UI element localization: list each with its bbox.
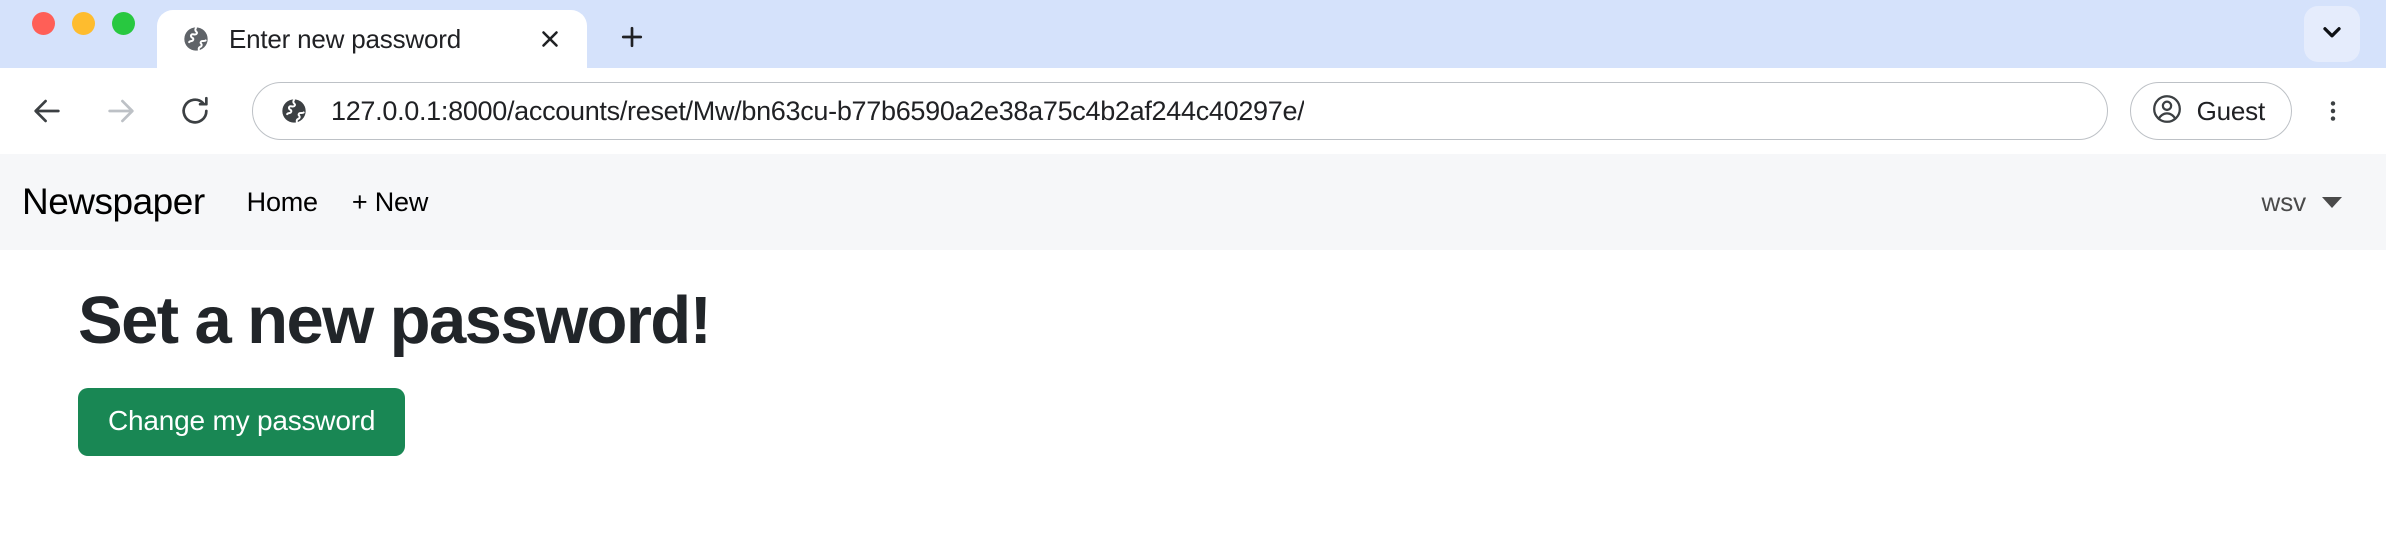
browser-toolbar: 127.0.0.1:8000/accounts/reset/Mw/bn63cu-… [0, 68, 2386, 154]
change-password-button[interactable]: Change my password [78, 387, 406, 456]
address-bar[interactable]: 127.0.0.1:8000/accounts/reset/Mw/bn63cu-… [252, 82, 2108, 140]
navbar-user-dropdown[interactable]: wsv [2262, 187, 2356, 218]
tab-search-button[interactable] [2304, 6, 2360, 62]
browser-tab-title: Enter new password [229, 23, 461, 54]
back-button[interactable] [16, 80, 78, 142]
page-viewport: Newspaper Home + New wsv Set a new passw… [0, 154, 2386, 456]
navbar-username: wsv [2261, 186, 2307, 217]
site-navbar: Newspaper Home + New wsv [0, 154, 2386, 250]
avatar-icon [2151, 93, 2183, 130]
forward-button [90, 80, 152, 142]
chevron-down-icon [2322, 196, 2342, 208]
nav-link-home[interactable]: Home [247, 187, 318, 218]
main-content: Set a new password! Change my password [0, 250, 2386, 456]
chevron-down-icon [2319, 19, 2345, 50]
page-title: Set a new password! [78, 283, 712, 358]
profile-label: Guest [2196, 95, 2266, 126]
browser-tab-active[interactable]: Enter new password [157, 10, 587, 68]
globe-icon [181, 24, 211, 54]
new-tab-button[interactable] [605, 10, 659, 64]
globe-icon [279, 96, 309, 126]
minimize-window-button[interactable] [72, 11, 95, 35]
reload-button[interactable] [164, 80, 226, 142]
profile-button[interactable]: Guest [2129, 82, 2292, 140]
close-window-button[interactable] [32, 11, 55, 35]
maximize-window-button[interactable] [112, 11, 135, 35]
url-text[interactable]: 127.0.0.1:8000/accounts/reset/Mw/bn63cu-… [331, 96, 1304, 127]
nav-link-new[interactable]: + New [352, 187, 428, 218]
navbar-brand[interactable]: Newspaper [22, 181, 205, 223]
navbar-links: Home + New [247, 187, 429, 218]
close-icon[interactable] [531, 20, 569, 58]
browser-tab-strip: Enter new password [0, 0, 2386, 68]
window-controls [0, 0, 157, 68]
browser-menu-button[interactable] [2306, 84, 2360, 138]
